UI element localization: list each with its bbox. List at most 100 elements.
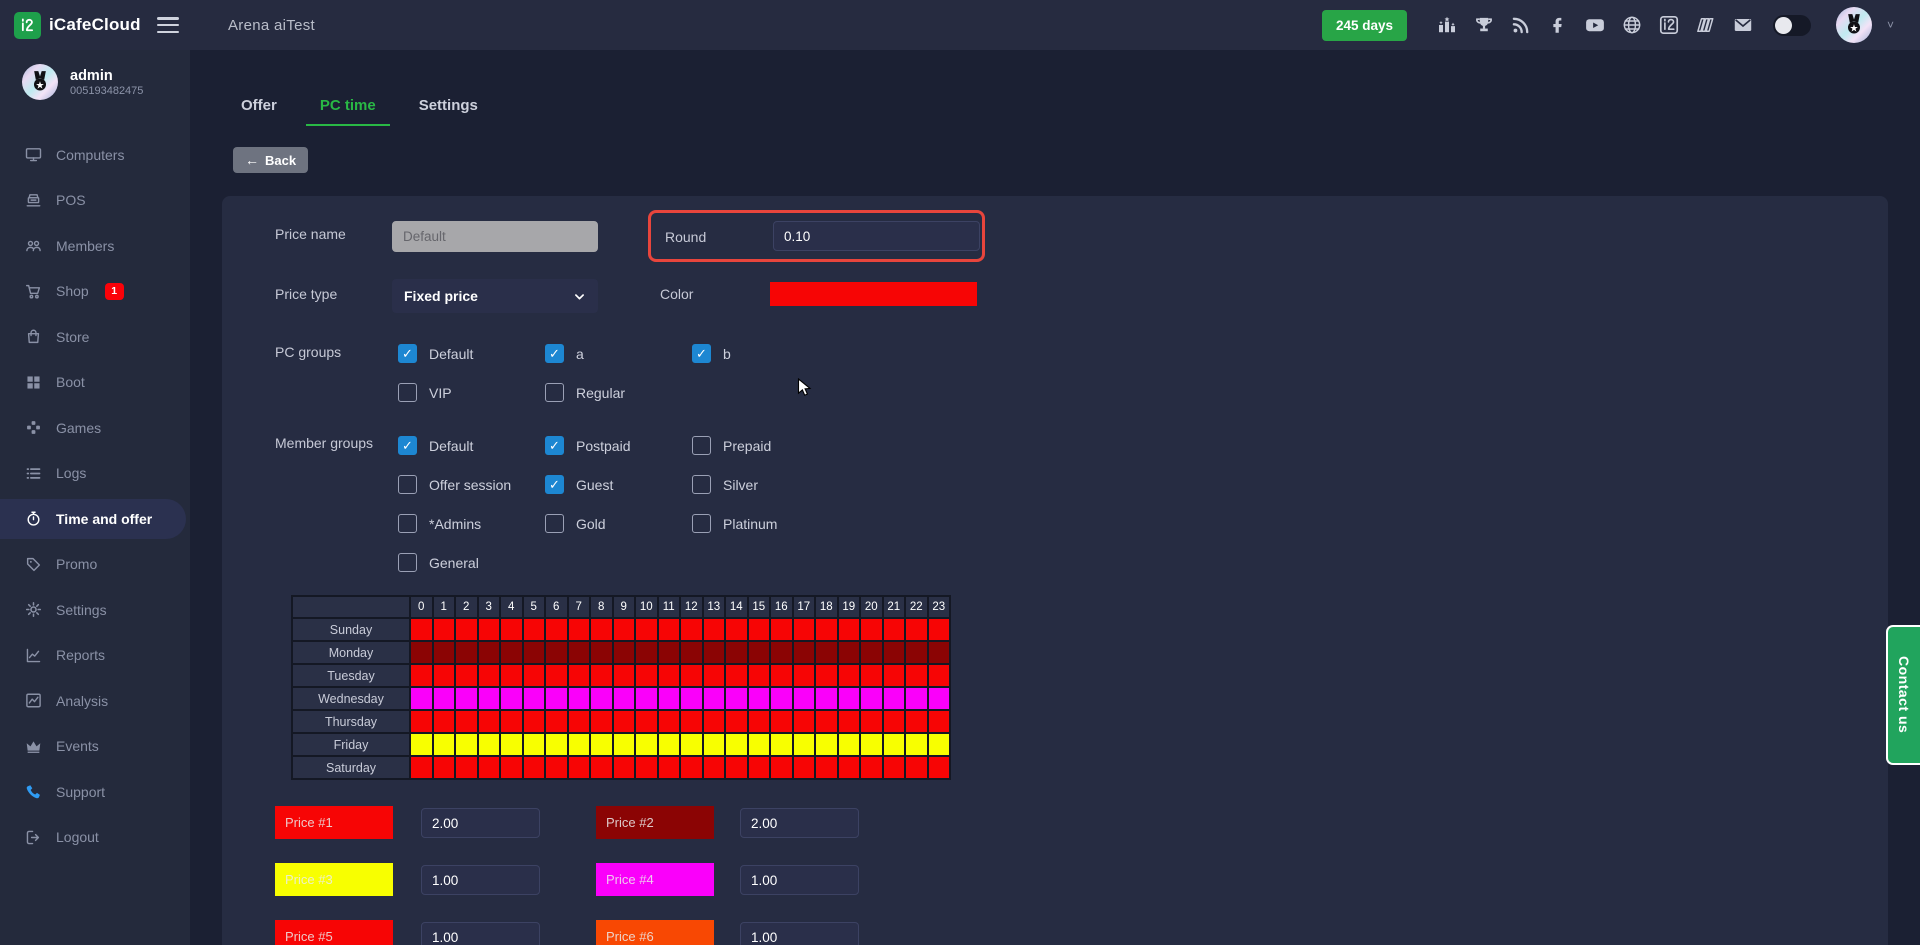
- schedule-cell-saturday-17[interactable]: [794, 757, 815, 778]
- theme-toggle[interactable]: [1773, 15, 1811, 36]
- schedule-cell-wednesday-14[interactable]: [726, 688, 747, 709]
- price-color-box-5[interactable]: Price #5: [275, 920, 393, 945]
- schedule-cell-monday-17[interactable]: [794, 642, 815, 663]
- schedule-cell-saturday-14[interactable]: [726, 757, 747, 778]
- checkbox-default[interactable]: ✓ Default: [398, 426, 545, 465]
- ranking-icon[interactable]: [1436, 14, 1458, 36]
- schedule-cell-friday-20[interactable]: [861, 734, 882, 755]
- schedule-cell-thursday-5[interactable]: [524, 711, 545, 732]
- schedule-cell-sunday-22[interactable]: [906, 619, 927, 640]
- schedule-cell-sunday-23[interactable]: [929, 619, 950, 640]
- schedule-cell-monday-21[interactable]: [884, 642, 905, 663]
- round-input[interactable]: [773, 221, 980, 251]
- schedule-cell-wednesday-8[interactable]: [591, 688, 612, 709]
- schedule-cell-monday-8[interactable]: [591, 642, 612, 663]
- schedule-cell-tuesday-3[interactable]: [479, 665, 500, 686]
- schedule-cell-friday-4[interactable]: [501, 734, 522, 755]
- sidebar-item-pos[interactable]: POS: [0, 178, 190, 224]
- schedule-cell-saturday-2[interactable]: [456, 757, 477, 778]
- checkbox-prepaid[interactable]: Prepaid: [692, 426, 839, 465]
- checkbox-platinum[interactable]: Platinum: [692, 504, 839, 543]
- schedule-cell-saturday-21[interactable]: [884, 757, 905, 778]
- schedule-cell-friday-8[interactable]: [591, 734, 612, 755]
- schedule-cell-wednesday-16[interactable]: [771, 688, 792, 709]
- sidebar-item-shop[interactable]: Shop 1: [0, 269, 190, 315]
- sidebar-item-support[interactable]: Support: [0, 769, 190, 815]
- schedule-cell-friday-10[interactable]: [636, 734, 657, 755]
- schedule-cell-friday-19[interactable]: [839, 734, 860, 755]
- schedule-cell-tuesday-19[interactable]: [839, 665, 860, 686]
- schedule-cell-sunday-11[interactable]: [659, 619, 680, 640]
- schedule-cell-monday-13[interactable]: [704, 642, 725, 663]
- schedule-cell-wednesday-1[interactable]: [434, 688, 455, 709]
- schedule-cell-saturday-8[interactable]: [591, 757, 612, 778]
- sidebar-item-store[interactable]: Store: [0, 314, 190, 360]
- sidebar-item-settings[interactable]: Settings: [0, 587, 190, 633]
- schedule-cell-monday-14[interactable]: [726, 642, 747, 663]
- checkbox--admins[interactable]: *Admins: [398, 504, 545, 543]
- schedule-cell-saturday-13[interactable]: [704, 757, 725, 778]
- schedule-cell-wednesday-9[interactable]: [614, 688, 635, 709]
- schedule-cell-sunday-10[interactable]: [636, 619, 657, 640]
- day-label-saturday[interactable]: Saturday: [293, 757, 409, 778]
- price-value-input-1[interactable]: [421, 808, 540, 838]
- schedule-cell-wednesday-19[interactable]: [839, 688, 860, 709]
- schedule-cell-monday-9[interactable]: [614, 642, 635, 663]
- schedule-cell-friday-21[interactable]: [884, 734, 905, 755]
- schedule-cell-wednesday-3[interactable]: [479, 688, 500, 709]
- schedule-cell-monday-11[interactable]: [659, 642, 680, 663]
- checkbox-offer-session[interactable]: Offer session: [398, 465, 545, 504]
- schedule-cell-sunday-12[interactable]: [681, 619, 702, 640]
- schedule-cell-friday-3[interactable]: [479, 734, 500, 755]
- schedule-cell-wednesday-7[interactable]: [569, 688, 590, 709]
- schedule-cell-tuesday-5[interactable]: [524, 665, 545, 686]
- schedule-cell-thursday-14[interactable]: [726, 711, 747, 732]
- schedule-cell-saturday-22[interactable]: [906, 757, 927, 778]
- schedule-cell-thursday-15[interactable]: [749, 711, 770, 732]
- schedule-cell-saturday-3[interactable]: [479, 757, 500, 778]
- schedule-cell-monday-18[interactable]: [816, 642, 837, 663]
- day-label-wednesday[interactable]: Wednesday: [293, 688, 409, 709]
- schedule-cell-monday-20[interactable]: [861, 642, 882, 663]
- tab-offer[interactable]: Offer: [241, 93, 277, 126]
- schedule-cell-tuesday-9[interactable]: [614, 665, 635, 686]
- schedule-cell-thursday-9[interactable]: [614, 711, 635, 732]
- schedule-cell-wednesday-4[interactable]: [501, 688, 522, 709]
- day-label-thursday[interactable]: Thursday: [293, 711, 409, 732]
- schedule-cell-tuesday-17[interactable]: [794, 665, 815, 686]
- icafecloud-logo-icon[interactable]: [14, 12, 41, 39]
- schedule-cell-saturday-16[interactable]: [771, 757, 792, 778]
- schedule-cell-thursday-22[interactable]: [906, 711, 927, 732]
- schedule-cell-saturday-6[interactable]: [546, 757, 567, 778]
- globe-icon[interactable]: [1621, 14, 1643, 36]
- schedule-cell-saturday-11[interactable]: [659, 757, 680, 778]
- schedule-cell-sunday-15[interactable]: [749, 619, 770, 640]
- schedule-cell-tuesday-16[interactable]: [771, 665, 792, 686]
- schedule-cell-sunday-8[interactable]: [591, 619, 612, 640]
- mail-icon[interactable]: [1732, 14, 1754, 36]
- checkbox-default[interactable]: ✓ Default: [398, 334, 545, 373]
- schedule-cell-monday-0[interactable]: [411, 642, 432, 663]
- schedule-cell-monday-7[interactable]: [569, 642, 590, 663]
- schedule-cell-friday-5[interactable]: [524, 734, 545, 755]
- price-color-box-2[interactable]: Price #2: [596, 806, 714, 839]
- price-value-input-3[interactable]: [421, 865, 540, 895]
- schedule-cell-saturday-20[interactable]: [861, 757, 882, 778]
- schedule-cell-tuesday-11[interactable]: [659, 665, 680, 686]
- price-value-input-6[interactable]: [740, 922, 859, 945]
- schedule-cell-tuesday-7[interactable]: [569, 665, 590, 686]
- schedule-cell-tuesday-2[interactable]: [456, 665, 477, 686]
- checkbox-general[interactable]: General: [398, 543, 545, 582]
- schedule-cell-friday-22[interactable]: [906, 734, 927, 755]
- sidebar-user-block[interactable]: ★ admin 005193482475: [0, 50, 190, 100]
- schedule-cell-sunday-5[interactable]: [524, 619, 545, 640]
- schedule-cell-friday-2[interactable]: [456, 734, 477, 755]
- schedule-cell-sunday-17[interactable]: [794, 619, 815, 640]
- schedule-cell-saturday-18[interactable]: [816, 757, 837, 778]
- schedule-cell-sunday-13[interactable]: [704, 619, 725, 640]
- schedule-cell-sunday-4[interactable]: [501, 619, 522, 640]
- schedule-cell-thursday-23[interactable]: [929, 711, 950, 732]
- sidebar-item-time-and-offer[interactable]: Time and offer: [0, 499, 186, 539]
- youtube-icon[interactable]: [1584, 14, 1606, 36]
- schedule-cell-tuesday-0[interactable]: [411, 665, 432, 686]
